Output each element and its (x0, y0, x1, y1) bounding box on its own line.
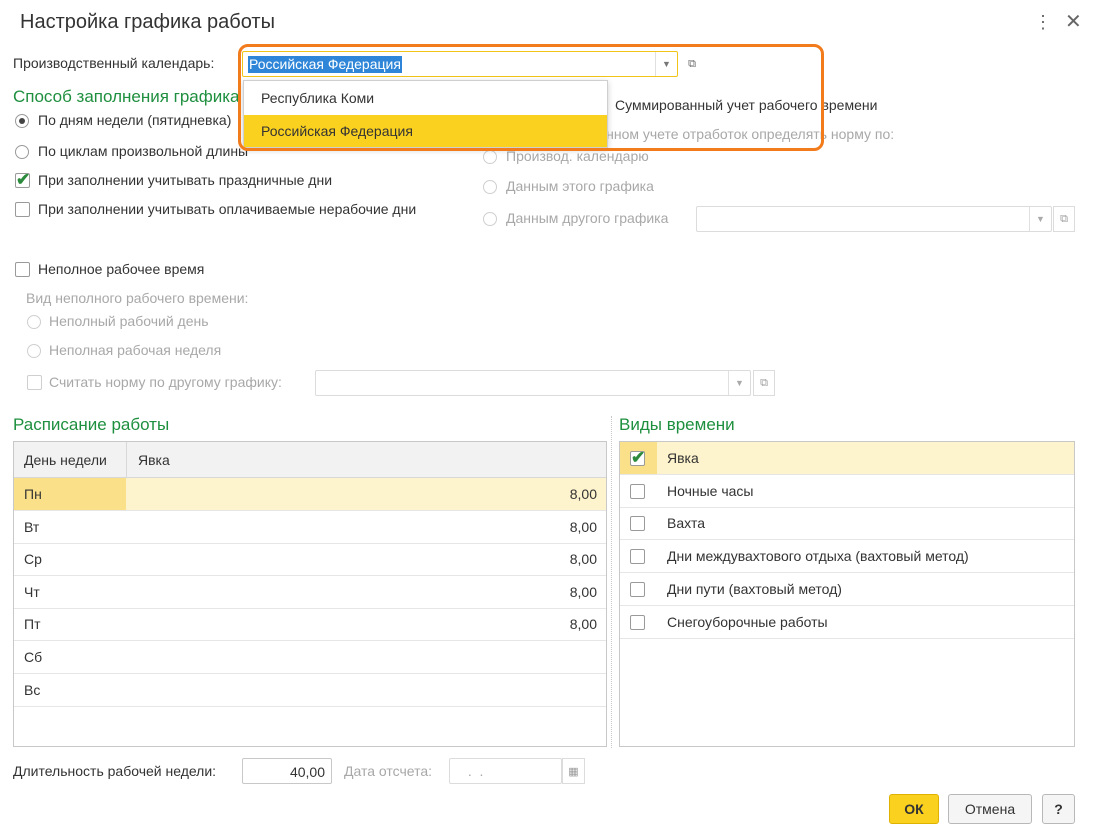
attendance-cell: 8,00 (569, 518, 597, 535)
day-cell: Пн (24, 486, 42, 502)
list-item[interactable]: Дни пути (вахтовый метод) (620, 573, 1074, 606)
time-type-label: Вахта (667, 515, 706, 532)
part-day-label: Неполный рабочий день (49, 313, 209, 329)
time-type-label: Явка (667, 450, 699, 466)
norm-other-schedule-label: Считать норму по другому графику: (49, 374, 282, 390)
cancel-button[interactable]: Отмена (948, 794, 1032, 824)
by-weekdays-label: По дням недели (пятидневка) (38, 112, 232, 128)
ok-button[interactable]: ОК (889, 794, 939, 824)
time-types-heading: Виды времени (619, 415, 735, 434)
paid-nonwork-label: При заполнении учитывать оплачиваемые не… (38, 201, 417, 217)
attendance-cell: 8,00 (569, 551, 597, 568)
list-item[interactable]: ✔ Явка (620, 442, 1074, 475)
week-duration-label: Длительность рабочей недели: (13, 763, 217, 779)
norm-other-label: Данным другого графика (506, 210, 669, 226)
list-item[interactable]: Дни междувахтового отдыха (вахтовый мето… (620, 540, 1074, 574)
table-row[interactable]: Пн 8,00 (14, 478, 606, 511)
table-row[interactable]: Вт 8,00 (14, 511, 606, 544)
open-icon[interactable]: ⧉ (753, 370, 775, 396)
radio-norm-calendar[interactable] (483, 150, 497, 164)
close-icon[interactable]: ✕ (1065, 11, 1082, 33)
time-type-label: Дни пути (вахтовый метод) (667, 580, 842, 597)
holidays-label: При заполнении учитывать праздничные дни (38, 172, 333, 188)
time-type-checkbox[interactable]: ✔ (630, 448, 646, 467)
open-icon[interactable]: ⧉ (1053, 206, 1075, 232)
norm-this-label: Данным этого графика (506, 178, 654, 194)
time-type-label: Ночные часы (667, 482, 754, 499)
norm-other-checkbox[interactable] (27, 375, 42, 390)
list-item[interactable]: Вахта (620, 507, 1074, 541)
ref-date-label: Дата отсчета: (344, 763, 433, 779)
calendar-label: Производственный календарь: (13, 55, 215, 71)
radio-part-day[interactable] (27, 315, 41, 329)
schedule-table[interactable]: День недели Явка Пн 8,00 Вт 8,00 Ср 8,00 Чт 8,0… (13, 441, 607, 747)
radio-by-cycles[interactable] (15, 145, 29, 159)
part-week-label: Неполная рабочая неделя (49, 342, 222, 358)
time-type-checkbox[interactable] (630, 483, 645, 499)
attendance-cell: 8,00 (569, 616, 597, 633)
table-row[interactable]: Чт 8,00 (14, 576, 606, 609)
time-type-checkbox[interactable] (630, 581, 645, 597)
part-time-kind-label: Вид неполного рабочего времени: (26, 290, 249, 306)
table-row[interactable]: Сб (14, 641, 606, 674)
schedule-heading: Расписание работы (13, 415, 170, 434)
radio-by-weekdays[interactable] (15, 114, 29, 128)
radio-norm-this[interactable] (483, 180, 497, 194)
time-type-checkbox[interactable] (630, 549, 645, 565)
attendance-cell: 8,00 (569, 583, 597, 600)
week-duration-input[interactable]: 40,00 (242, 758, 332, 784)
holidays-checkbox[interactable]: ✔ (15, 170, 31, 189)
radio-norm-other[interactable] (483, 212, 497, 226)
col-day-header[interactable]: День недели (24, 452, 107, 468)
attendance-cell: 8,00 (569, 486, 597, 502)
day-cell: Вс (24, 681, 41, 698)
day-cell: Вт (24, 518, 40, 535)
dropdown-arrow-icon[interactable]: ▼ (1029, 207, 1051, 231)
day-cell: Ср (24, 551, 42, 568)
list-item[interactable]: Ночные часы (620, 475, 1074, 508)
highlight-frame (238, 44, 824, 151)
paid-nonwork-checkbox[interactable] (15, 202, 30, 217)
section-divider (611, 416, 612, 748)
time-type-label: Дни междувахтового отдыха (вахтовый мето… (667, 548, 969, 565)
by-cycles-label: По циклам произвольной длины (38, 143, 249, 159)
table-header: День недели Явка (14, 442, 606, 478)
list-item[interactable]: Снегоуборочные работы (620, 606, 1074, 639)
part-time-label: Неполное рабочее время (38, 261, 205, 277)
radio-part-week[interactable] (27, 344, 41, 358)
day-cell: Пт (24, 616, 41, 633)
help-button[interactable]: ? (1042, 794, 1075, 824)
fill-method-heading: Способ заполнения графика (13, 87, 240, 106)
ref-date-input[interactable]: . . (449, 758, 562, 784)
day-cell: Чт (24, 583, 40, 600)
table-row[interactable]: Вс (14, 674, 606, 707)
dialog-title: Настройка графика работы (20, 11, 275, 33)
norm-other-select[interactable]: ▼ (315, 370, 751, 396)
col-attendance-header[interactable]: Явка (138, 452, 170, 468)
more-actions-icon[interactable]: ⋮ (1034, 12, 1052, 32)
calendar-icon[interactable]: ▦ (562, 758, 585, 784)
time-type-checkbox[interactable] (630, 614, 645, 630)
table-row[interactable]: Пт 8,00 (14, 608, 606, 642)
time-type-label: Снегоуборочные работы (667, 613, 828, 630)
week-duration-value: 40,00 (289, 764, 325, 780)
dropdown-arrow-icon[interactable]: ▼ (728, 371, 750, 395)
part-time-checkbox[interactable] (15, 262, 30, 277)
time-type-checkbox[interactable] (630, 516, 645, 532)
checkmark-icon: ✔ (631, 448, 646, 467)
checkmark-icon: ✔ (16, 170, 31, 189)
other-schedule-select[interactable]: ▼ (696, 206, 1052, 232)
day-cell: Сб (24, 649, 43, 665)
ref-date-value: . . (464, 763, 488, 779)
table-row[interactable]: Ср 8,00 (14, 543, 606, 577)
time-types-list[interactable]: ✔ Явка Ночные часы Вахта Дни междувахтового … (619, 441, 1075, 747)
